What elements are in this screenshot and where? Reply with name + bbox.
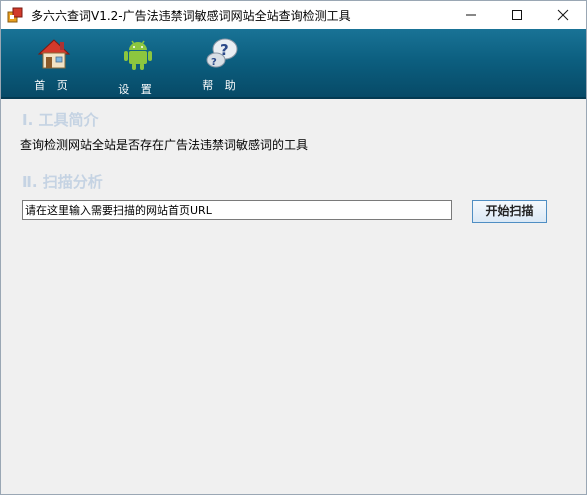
android-icon [124,40,152,70]
minimize-icon [466,14,476,16]
help-bubble-icon: ? ? [206,38,238,68]
close-button[interactable] [540,1,586,29]
intro-text: 查询检测网站全站是否存在广告法违禁词敏感词的工具 [20,138,309,152]
svg-text:?: ? [220,41,229,59]
home-button[interactable]: 首 页 [28,37,78,93]
start-scan-button[interactable]: 开始扫描 [472,200,547,223]
home-label: 首 页 [34,79,72,92]
maximize-icon [512,10,522,20]
title-bar: 多六六查词V1.2-广告法违禁词敏感词网站全站查询检测工具 [1,1,586,29]
url-input[interactable] [22,200,452,220]
settings-label: 设 置 [118,83,156,96]
svg-text:?: ? [211,57,217,68]
window-title: 多六六查词V1.2-广告法违禁词敏感词网站全站查询检测工具 [31,8,351,23]
home-icon [37,39,71,69]
maximize-button[interactable] [494,1,540,29]
minimize-button[interactable] [448,1,494,29]
main-toolbar: 首 页 设 置 ? ? 帮 助 [1,29,586,99]
scan-heading: Ⅱ. 扫描分析 [22,173,103,191]
help-button[interactable]: ? ? 帮 助 [196,37,246,93]
app-window: 多六六查词V1.2-广告法违禁词敏感词网站全站查询检测工具 首 页 设 置 ? … [0,0,587,495]
intro-heading: Ⅰ. 工具简介 [22,111,99,129]
app-icon [7,7,23,23]
close-icon [557,9,569,21]
help-label: 帮 助 [202,79,240,92]
window-controls [448,1,586,29]
settings-button[interactable]: 设 置 [112,37,162,96]
